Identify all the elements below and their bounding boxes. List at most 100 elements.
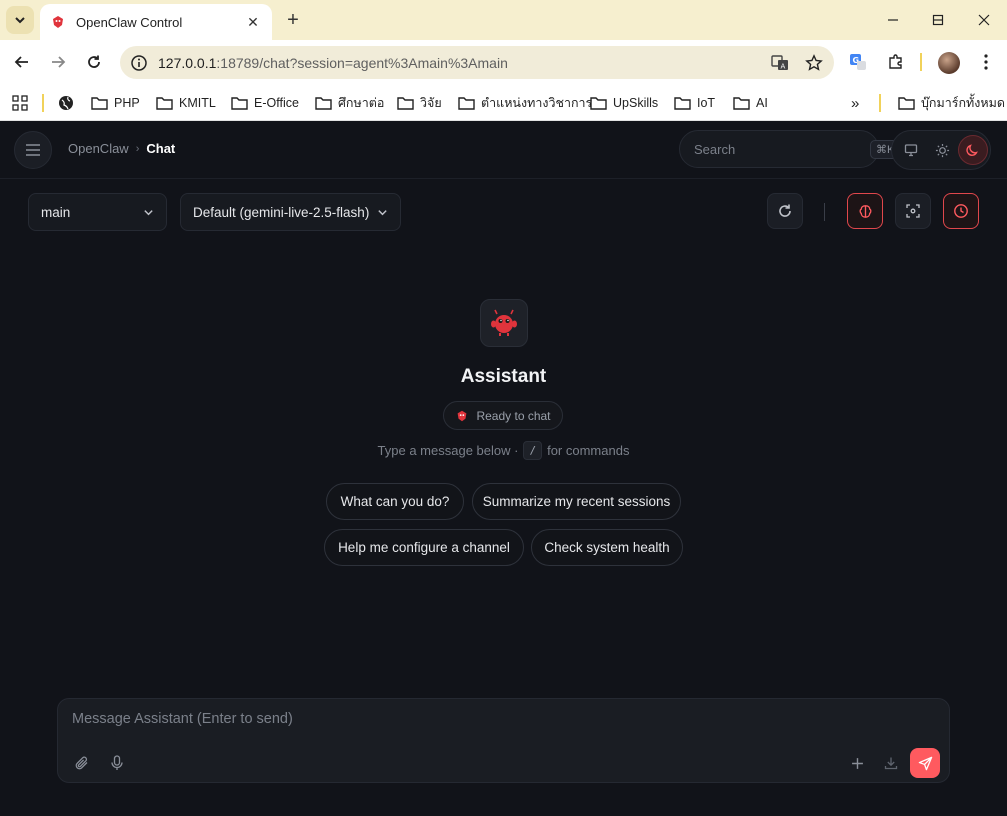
extensions-button[interactable] xyxy=(882,48,910,76)
session-select-value: main xyxy=(41,204,71,220)
message-composer xyxy=(57,698,950,783)
suggestion-chip[interactable]: What can you do? xyxy=(326,483,464,520)
apps-button[interactable] xyxy=(12,92,34,114)
agent-avatar xyxy=(480,299,528,347)
browser-toolbar: 127.0.0.1:18789/chat?session=agent%3Amai… xyxy=(0,40,1007,84)
new-tab-button[interactable]: + xyxy=(280,6,306,34)
microphone-icon xyxy=(111,755,123,770)
bookmark-folder[interactable]: ตำแหน่งทางวิชาการ xyxy=(458,92,592,114)
bookmark-folder[interactable]: UpSkills xyxy=(590,92,658,114)
more-vertical-icon xyxy=(984,54,988,70)
tab-title: OpenClaw Control xyxy=(76,14,183,30)
suggestion-chip[interactable]: Help me configure a channel xyxy=(324,529,524,566)
bookmark-label: E-Office xyxy=(254,96,299,110)
model-select[interactable]: Default (gemini-live-2.5-flash) xyxy=(180,193,401,231)
export-button[interactable] xyxy=(879,751,903,775)
apps-grid-icon xyxy=(12,95,28,111)
focus-mode-button[interactable] xyxy=(895,193,931,229)
url-text: 127.0.0.1:18789/chat?session=agent%3Amai… xyxy=(158,55,766,71)
refresh-icon xyxy=(779,204,791,217)
openclaw-app: OpenClaw › Chat ⌘K main Default (gemini- xyxy=(0,121,1007,816)
session-select[interactable]: main xyxy=(28,193,167,231)
reload-button[interactable] xyxy=(80,48,108,76)
maximize-button[interactable] xyxy=(915,0,961,40)
sun-icon xyxy=(935,143,949,157)
bookmark-folder[interactable]: AI xyxy=(733,92,768,114)
minimize-button-2[interactable] xyxy=(870,0,916,40)
search-input[interactable] xyxy=(694,141,870,157)
bookmarks-divider xyxy=(42,94,44,112)
bookmark-label: ตำแหน่งทางวิชาการ xyxy=(481,96,593,110)
paperclip-icon xyxy=(75,756,88,770)
back-button[interactable] xyxy=(8,48,36,76)
browser-chrome: OpenClaw Control ✕ + 127.0.0.1:18789/cha… xyxy=(0,0,1007,121)
folder-icon xyxy=(156,97,173,110)
hamburger-icon xyxy=(26,144,40,156)
close-icon xyxy=(978,14,990,26)
bookmark-label: AI xyxy=(756,96,768,110)
attach-button[interactable] xyxy=(70,751,94,775)
folder-icon xyxy=(898,97,915,110)
download-icon xyxy=(884,757,898,770)
translate-icon: A xyxy=(771,54,788,70)
bookmarks-divider-2 xyxy=(879,94,881,112)
voice-input-button[interactable] xyxy=(105,751,129,775)
bookmark-folder[interactable]: IoT xyxy=(674,92,715,114)
theme-light-button[interactable] xyxy=(927,135,957,165)
moon-icon xyxy=(966,144,978,156)
google-translate-extension[interactable]: G xyxy=(844,48,872,76)
close-window-button[interactable] xyxy=(961,0,1007,40)
bookmark-folder[interactable]: PHP xyxy=(91,92,140,114)
bookmark-label: ศึกษาต่อ xyxy=(338,96,385,110)
bookmark-label: วิจัย xyxy=(420,96,442,110)
controls-divider xyxy=(824,203,825,221)
suggestion-chip[interactable]: Summarize my recent sessions xyxy=(472,483,681,520)
thinking-toggle-button[interactable] xyxy=(847,193,883,229)
lobster-status-icon xyxy=(458,410,467,421)
send-button[interactable] xyxy=(910,748,940,778)
bookmark-folder[interactable]: ศึกษาต่อ xyxy=(315,92,384,114)
address-bar[interactable]: 127.0.0.1:18789/chat?session=agent%3Amai… xyxy=(120,46,834,79)
forward-button[interactable] xyxy=(44,48,72,76)
arrow-right-icon xyxy=(52,56,66,68)
monitor-icon xyxy=(904,144,918,157)
tab-search-button[interactable] xyxy=(6,6,34,34)
close-tab-icon[interactable]: ✕ xyxy=(244,14,262,31)
history-button[interactable] xyxy=(943,193,979,229)
bookmark-globe[interactable] xyxy=(58,92,80,114)
refresh-button[interactable] xyxy=(767,193,803,229)
folder-icon xyxy=(733,97,750,110)
toolbar-divider xyxy=(920,53,922,71)
site-info-icon[interactable] xyxy=(130,54,148,72)
profile-avatar[interactable] xyxy=(938,52,960,74)
message-input[interactable] xyxy=(72,711,932,737)
bookmark-star-button[interactable] xyxy=(800,49,828,77)
more-bookmarks-button[interactable]: » xyxy=(851,92,859,114)
lobster-favicon-icon xyxy=(53,16,63,28)
bookmark-folder[interactable]: KMITL xyxy=(156,92,216,114)
new-session-button[interactable] xyxy=(845,751,869,775)
sidebar-toggle-button[interactable] xyxy=(14,131,52,169)
bookmark-folder[interactable]: วิจัย xyxy=(397,92,442,114)
minimize-icon xyxy=(888,19,898,21)
folder-icon xyxy=(458,97,475,110)
model-select-value: Default (gemini-live-2.5-flash) xyxy=(193,204,370,220)
browser-tab[interactable]: OpenClaw Control ✕ xyxy=(40,4,272,40)
folder-icon xyxy=(315,97,332,110)
bookmark-folder[interactable]: E-Office xyxy=(231,92,299,114)
lobster-mascot-icon xyxy=(491,309,517,336)
hint-prefix: Type a message below · xyxy=(377,443,519,458)
chat-controls: main Default (gemini-live-2.5-flash) xyxy=(0,179,1007,239)
folder-icon xyxy=(397,97,414,110)
theme-dark-button[interactable] xyxy=(958,135,988,165)
search-box[interactable]: ⌘K xyxy=(679,130,901,168)
folder-icon xyxy=(91,97,108,110)
suggestion-chip[interactable]: Check system health xyxy=(531,529,683,566)
all-bookmarks[interactable]: บุ๊กมาร์กทั้งหมด xyxy=(898,92,1005,114)
app-topbar: OpenClaw › Chat ⌘K xyxy=(0,121,1007,179)
maximize-icon xyxy=(932,14,944,26)
theme-system-button[interactable] xyxy=(896,135,926,165)
browser-menu-button[interactable] xyxy=(972,48,1000,76)
breadcrumb-root[interactable]: OpenClaw xyxy=(68,141,129,156)
translate-button[interactable]: A xyxy=(766,49,794,77)
